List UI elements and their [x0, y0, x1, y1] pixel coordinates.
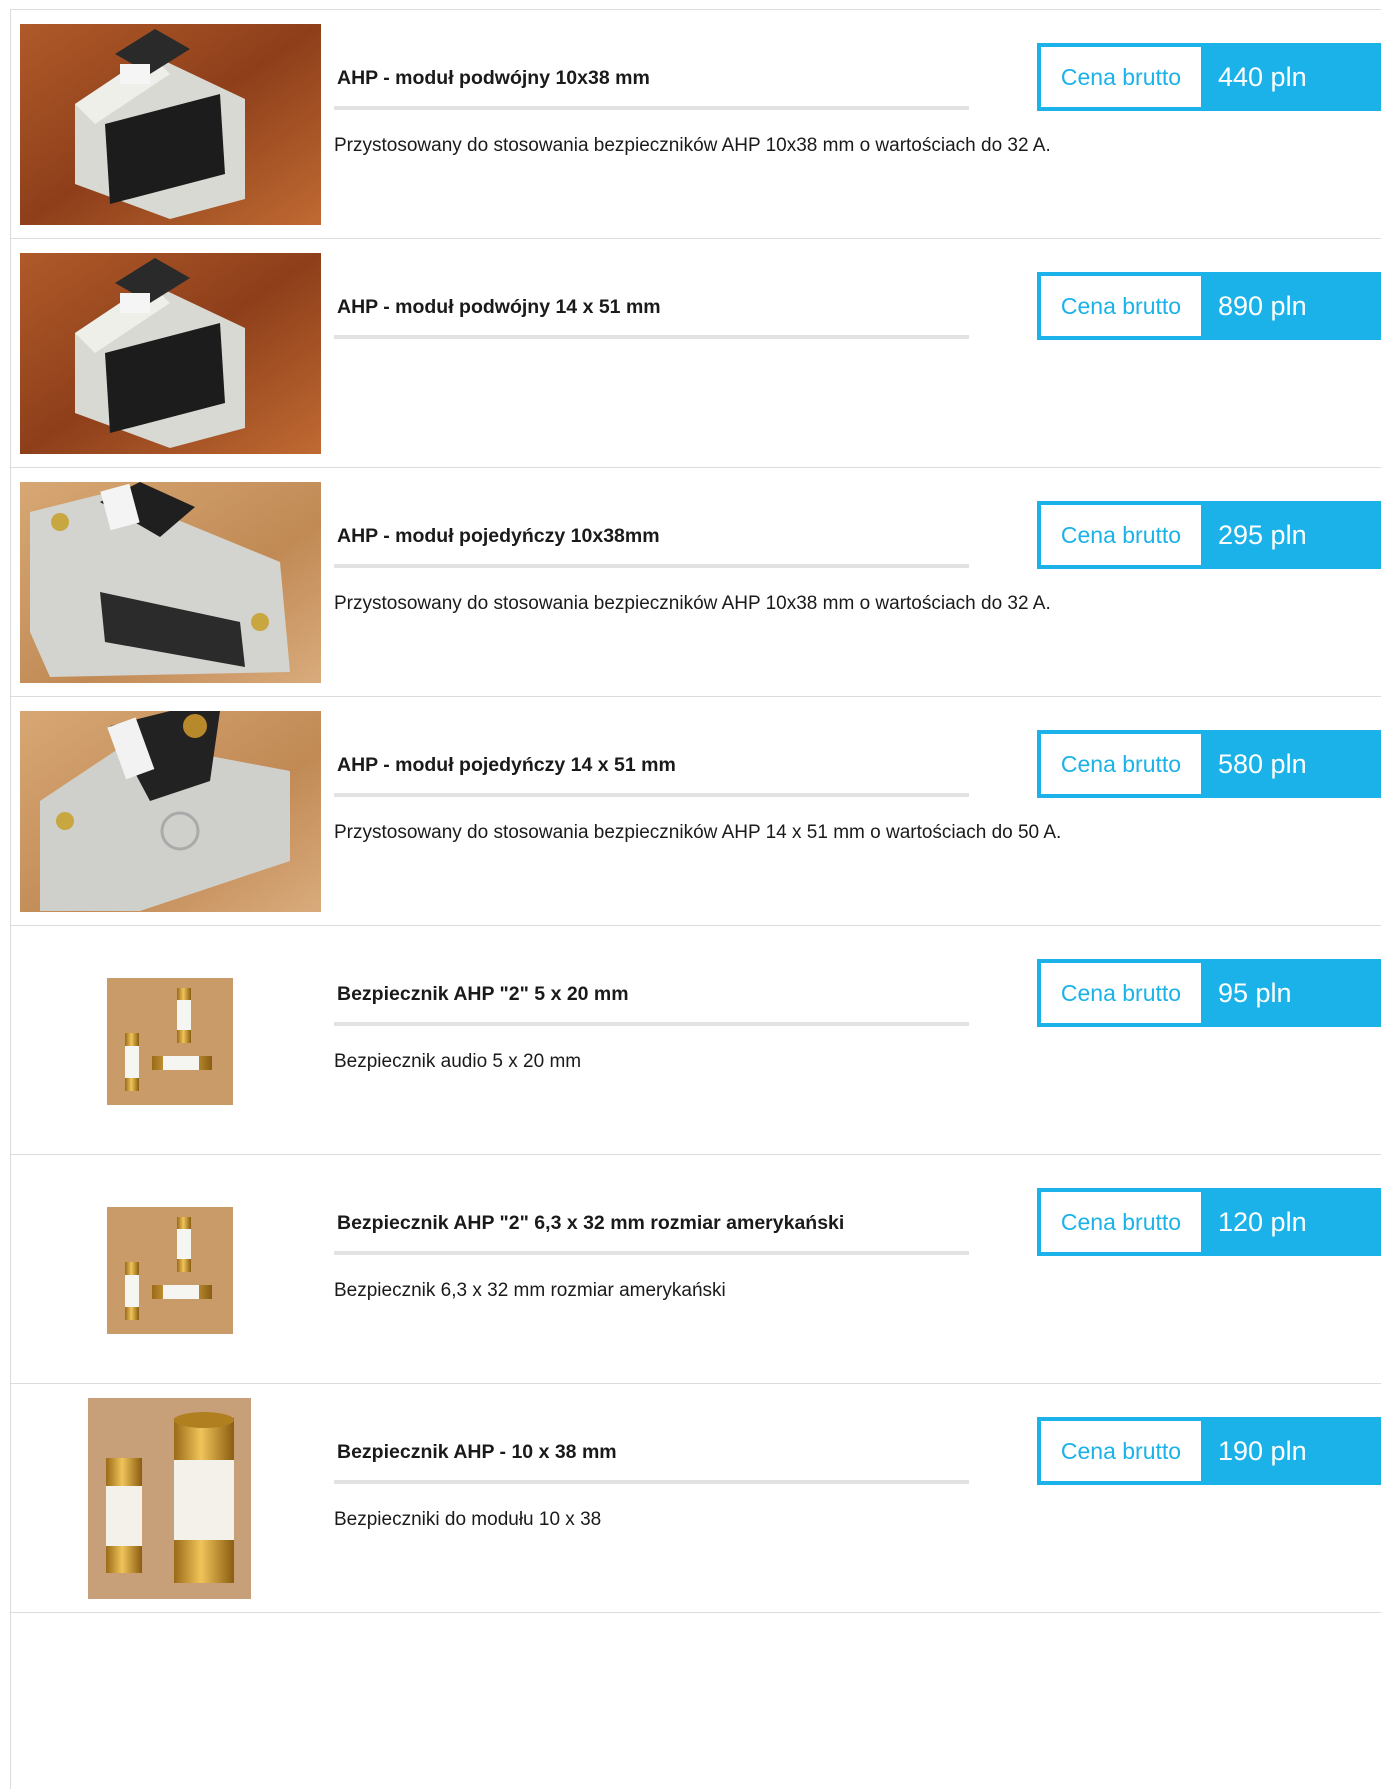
- price-box: Cena brutto 120 pln: [1037, 1188, 1381, 1256]
- product-image[interactable]: [88, 1398, 251, 1599]
- product-description: Przystosowany do stosowania bezpiecznikó…: [334, 822, 1062, 843]
- price-value: 120 pln: [1218, 1206, 1307, 1237]
- product-image[interactable]: [20, 482, 321, 683]
- price-box: Cena brutto 295 pln: [1037, 501, 1381, 569]
- price-label: Cena brutto: [1041, 276, 1201, 336]
- product-description: Przystosowany do stosowania bezpiecznikó…: [334, 593, 1051, 614]
- product-image[interactable]: [20, 24, 321, 225]
- price-label: Cena brutto: [1041, 734, 1201, 794]
- price-label: Cena brutto: [1041, 1421, 1201, 1481]
- product-title[interactable]: Bezpiecznik AHP "2" 5 x 20 mm: [337, 983, 629, 1006]
- title-divider: [334, 1251, 969, 1255]
- product-description: Bezpiecznik 6,3 x 32 mm rozmiar amerykań…: [334, 1280, 726, 1301]
- product-row: Bezpiecznik AHP "2" 6,3 x 32 mm rozmiar …: [11, 1155, 1381, 1384]
- title-divider: [334, 335, 969, 339]
- price-value: 580 pln: [1218, 748, 1307, 779]
- price-value: 190 pln: [1218, 1435, 1307, 1466]
- product-image[interactable]: [107, 1207, 233, 1334]
- price-value: 890 pln: [1218, 290, 1307, 321]
- price-label: Cena brutto: [1041, 1192, 1201, 1252]
- product-description: Przystosowany do stosowania bezpiecznikó…: [334, 135, 1051, 156]
- price-box: Cena brutto 440 pln: [1037, 43, 1381, 111]
- product-title[interactable]: AHP - moduł podwójny 10x38 mm: [337, 67, 650, 90]
- product-row: AHP - moduł podwójny 10x38 mm Przystosow…: [11, 10, 1381, 239]
- price-box: Cena brutto 95 pln: [1037, 959, 1381, 1027]
- product-row: AHP - moduł pojedyńczy 14 x 51 mm Przyst…: [11, 697, 1381, 926]
- price-box: Cena brutto 890 pln: [1037, 272, 1381, 340]
- price-label: Cena brutto: [1041, 963, 1201, 1023]
- price-box: Cena brutto 580 pln: [1037, 730, 1381, 798]
- price-label: Cena brutto: [1041, 47, 1201, 107]
- product-image[interactable]: [20, 253, 321, 454]
- product-row: AHP - moduł pojedyńczy 10x38mm Przystoso…: [11, 468, 1381, 697]
- price-value: 440 pln: [1218, 61, 1307, 92]
- price-value: 295 pln: [1218, 519, 1307, 550]
- product-title[interactable]: Bezpiecznik AHP - 10 x 38 mm: [337, 1441, 617, 1464]
- product-row: Bezpiecznik AHP "2" 5 x 20 mm Bezpieczni…: [11, 926, 1381, 1155]
- title-divider: [334, 106, 969, 110]
- product-description: Bezpiecznik audio 5 x 20 mm: [334, 1051, 582, 1072]
- product-title[interactable]: AHP - moduł podwójny 14 x 51 mm: [337, 296, 661, 319]
- title-divider: [334, 564, 969, 568]
- title-divider: [334, 1480, 969, 1484]
- product-title[interactable]: Bezpiecznik AHP "2" 6,3 x 32 mm rozmiar …: [337, 1212, 844, 1235]
- product-image[interactable]: [107, 978, 233, 1105]
- product-title[interactable]: AHP - moduł pojedyńczy 14 x 51 mm: [337, 754, 676, 777]
- price-box: Cena brutto 190 pln: [1037, 1417, 1381, 1485]
- price-value: 95 pln: [1218, 977, 1292, 1008]
- title-divider: [334, 1022, 969, 1026]
- product-title[interactable]: AHP - moduł pojedyńczy 10x38mm: [337, 525, 660, 548]
- product-row: Bezpiecznik AHP - 10 x 38 mm Bezpiecznik…: [11, 1384, 1381, 1613]
- product-list: AHP - moduł podwójny 10x38 mm Przystosow…: [10, 9, 1381, 1789]
- price-label: Cena brutto: [1041, 505, 1201, 565]
- title-divider: [334, 793, 969, 797]
- product-description: Bezpieczniki do modułu 10 x 38: [334, 1509, 602, 1530]
- product-image[interactable]: [20, 711, 321, 912]
- product-row: AHP - moduł podwójny 14 x 51 mm Cena bru…: [11, 239, 1381, 468]
